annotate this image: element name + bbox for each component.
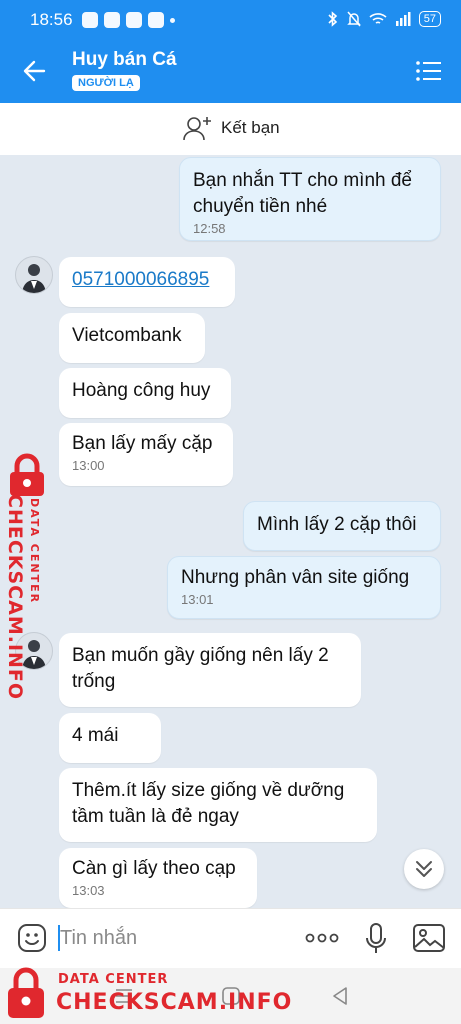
double-chevron-down-icon — [416, 861, 432, 877]
chat-header: Huy bán Cá NGƯỜI LẠ — [0, 40, 461, 103]
message-bubble-incoming[interactable]: Thêm.ít lấy size giống về dưỡng tầm tuần… — [59, 768, 377, 842]
status-bar: 18:56 57 — [0, 0, 461, 40]
watermark-label: DATA CENTER — [58, 972, 169, 987]
message-bubble-incoming[interactable]: 0571000066895 — [59, 257, 235, 307]
image-gallery-icon[interactable] — [412, 923, 446, 953]
add-user-icon — [183, 117, 211, 141]
stranger-badge: NGƯỜI LẠ — [72, 75, 140, 91]
message-input[interactable]: Tin nhắn — [60, 927, 137, 950]
watermark-lock-icon — [10, 453, 44, 496]
sticker-icon[interactable] — [16, 922, 48, 954]
contact-avatar[interactable] — [15, 256, 53, 294]
add-friend-bar: Kết bạn — [0, 103, 461, 155]
notification-icons — [82, 12, 175, 28]
message-text: Bạn muốn gầy giống nên lấy 2 trống — [72, 645, 329, 692]
signal-icon — [395, 12, 411, 26]
menu-list-icon[interactable] — [415, 59, 443, 83]
message-text: Bạn lấy mấy cặp — [72, 433, 213, 454]
message-bubble-incoming[interactable]: 4 mái — [59, 713, 161, 763]
status-indicators: 57 — [327, 11, 441, 27]
wifi-icon — [369, 13, 387, 24]
message-text: Vietcombank — [72, 325, 182, 346]
message-text: Hoàng công huy — [72, 380, 211, 401]
add-friend-label: Kết bạn — [221, 118, 280, 137]
message-text: Bạn nhắn TT cho mình để chuyển tiền nhé — [193, 170, 413, 217]
more-notifications-dot-icon — [170, 18, 175, 23]
scroll-to-bottom-button[interactable] — [404, 849, 444, 889]
watermark-label: DATA CENTER — [28, 498, 41, 605]
message-bubble-incoming[interactable]: Vietcombank — [59, 313, 205, 363]
message-text: Thêm.ít lấy size giống về dưỡng tầm tuần… — [72, 780, 345, 827]
message-bubble-outgoing[interactable]: Mình lấy 2 cặp thôi — [243, 501, 441, 551]
mute-bell-icon — [346, 11, 361, 27]
message-text: Mình lấy 2 cặp thôi — [257, 514, 417, 535]
message-bubble-outgoing[interactable]: Nhưng phân vân site giống 13:01 — [167, 556, 441, 619]
more-options-icon[interactable] — [304, 931, 340, 945]
message-notification-icon — [126, 12, 142, 28]
message-bubble-incoming[interactable]: Hoàng công huy — [59, 368, 231, 418]
battery-icon: 57 — [418, 11, 441, 27]
back-arrow-icon[interactable] — [22, 58, 48, 84]
game-notification-icon — [148, 12, 164, 28]
message-bubble-incoming[interactable]: Bạn lấy mấy cặp 13:00 — [59, 423, 233, 486]
watermark-lock-icon — [8, 967, 44, 1018]
message-input-bar: Tin nhắn — [0, 908, 461, 969]
microphone-icon[interactable] — [364, 922, 388, 956]
message-text: 4 mái — [72, 725, 119, 746]
watermark-text: CHECKSCAM.INFO — [4, 494, 26, 701]
app-notification-icon — [82, 12, 98, 28]
message-time: 13:01 — [181, 592, 214, 607]
message-time: 12:58 — [193, 221, 226, 236]
message-bubble-outgoing[interactable]: Bạn nhắn TT cho mình để chuyển tiền nhé … — [179, 157, 441, 241]
account-number-link[interactable]: 0571000066895 — [72, 269, 209, 290]
watermark-text: CHECKSCAM.INFO — [56, 990, 293, 1015]
message-bubble-incoming[interactable]: Càn gì lấy theo cạp 13:03 — [59, 848, 257, 908]
message-text: Nhưng phân vân site giống — [181, 567, 410, 588]
contact-name[interactable]: Huy bán Cá — [72, 49, 177, 71]
bluetooth-icon — [328, 11, 337, 27]
message-time: 13:00 — [72, 458, 105, 473]
status-time: 18:56 — [30, 10, 73, 29]
add-friend-button[interactable]: Kết bạn — [183, 115, 280, 141]
message-text: Càn gì lấy theo cạp — [72, 858, 236, 879]
message-time: 13:03 — [72, 883, 105, 898]
back-triangle-icon[interactable] — [330, 986, 350, 1006]
message-bubble-incoming[interactable]: Bạn muốn gầy giống nên lấy 2 trống — [59, 633, 361, 707]
settings-notification-icon — [104, 12, 120, 28]
avatar-person-icon — [22, 264, 46, 293]
